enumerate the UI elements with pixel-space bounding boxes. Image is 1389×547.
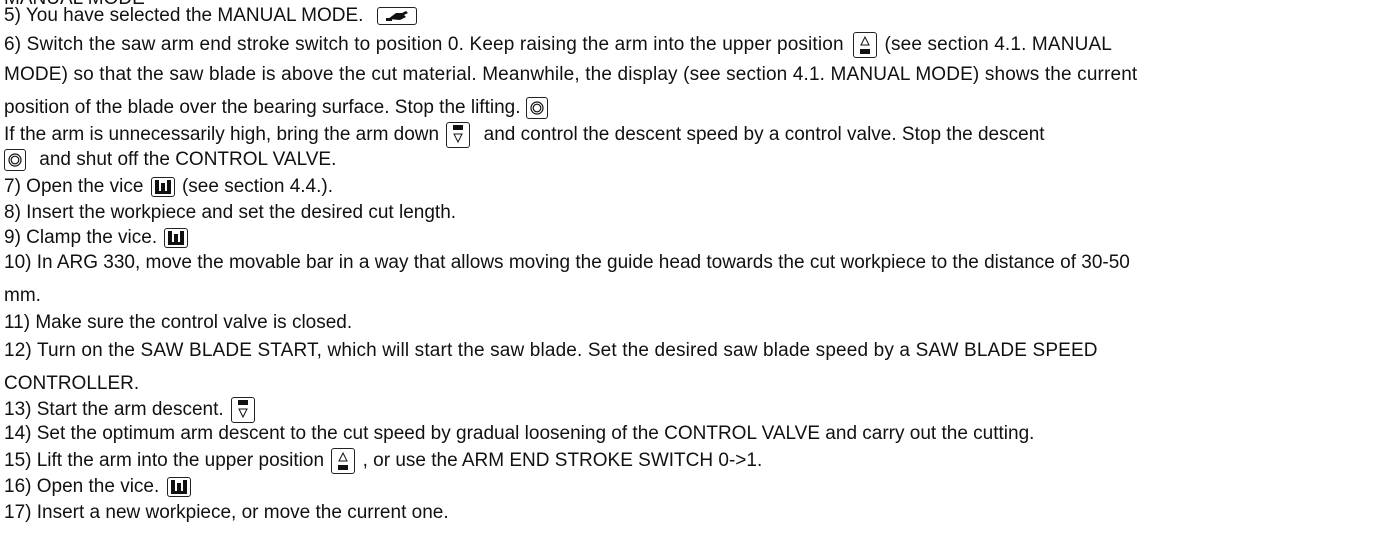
step-10-line-1: 10) In ARG 330, move the movable bar in …	[4, 252, 1130, 273]
step-17: 17) Insert a new workpiece, or move the …	[4, 502, 449, 523]
step-16: 16) Open the vice.	[4, 476, 193, 498]
arm-down-icon	[230, 397, 255, 423]
vice-icon	[164, 227, 189, 248]
step-6-line-3: position of the blade over the bearing s…	[4, 97, 550, 119]
step-5: 5) You have selected the MANUAL MODE.	[4, 5, 419, 27]
step-6-text-d: position of the blade over the bearing s…	[4, 97, 521, 119]
arm-up-icon	[853, 32, 878, 58]
step-7-text-b: (see section 4.4.).	[181, 176, 334, 197]
arm-up-icon	[331, 448, 356, 474]
step-6-text-a: 6) Switch the saw arm end stroke switch …	[4, 34, 844, 56]
vice-icon	[150, 176, 175, 197]
step-12-line-2: CONTROLLER.	[4, 373, 140, 394]
step-14: 14) Set the optimum arm descent to the c…	[4, 423, 1035, 444]
step-6-line-1: 6) Switch the saw arm end stroke switch …	[4, 32, 1112, 58]
step-6-text-e1: If the arm is unnecessarily high, bring …	[4, 124, 440, 146]
step-15-text-b: , or use the ARM END STROKE SWITCH 0->1.	[362, 450, 763, 472]
step-12-line-1: 12) Turn on the SAW BLADE START, which w…	[4, 340, 1098, 361]
step-6-text-b: (see section 4.1. MANUAL	[884, 34, 1113, 56]
step-13: 13) Start the arm descent.	[4, 397, 257, 423]
vice-icon	[166, 476, 191, 497]
step-13-text: 13) Start the arm descent.	[4, 399, 224, 421]
step-6-line-2: MODE) so that the saw blade is above the…	[4, 64, 1138, 85]
step-10-line-2: mm.	[4, 285, 41, 306]
step-9-text: 9) Clamp the vice.	[4, 227, 158, 248]
arm-down-icon	[446, 122, 471, 148]
step-11: 11) Make sure the control valve is close…	[4, 312, 353, 333]
step-6-text-f: and shut off the CONTROL VALVE.	[39, 149, 337, 171]
step-6-line-4: If the arm is unnecessarily high, bring …	[4, 122, 1045, 148]
step-15-text-a: 15) Lift the arm into the upper position	[4, 450, 325, 472]
stop-icon	[4, 149, 26, 171]
step-7: 7) Open the vice (see section 4.4.).	[4, 176, 333, 198]
step-6-line-5: and shut off the CONTROL VALVE.	[4, 149, 336, 171]
stop-icon	[525, 97, 548, 119]
step-8: 8) Insert the workpiece and set the desi…	[4, 202, 457, 223]
step-6-text-e2: and control the descent speed by a contr…	[483, 124, 1045, 146]
hand-icon	[376, 6, 417, 25]
step-15: 15) Lift the arm into the upper position…	[4, 448, 762, 474]
step-9: 9) Clamp the vice.	[4, 227, 190, 249]
step-7-text-a: 7) Open the vice	[4, 176, 144, 197]
step-5-text: 5) You have selected the MANUAL MODE.	[4, 5, 364, 26]
step-16-text: 16) Open the vice.	[4, 476, 160, 497]
